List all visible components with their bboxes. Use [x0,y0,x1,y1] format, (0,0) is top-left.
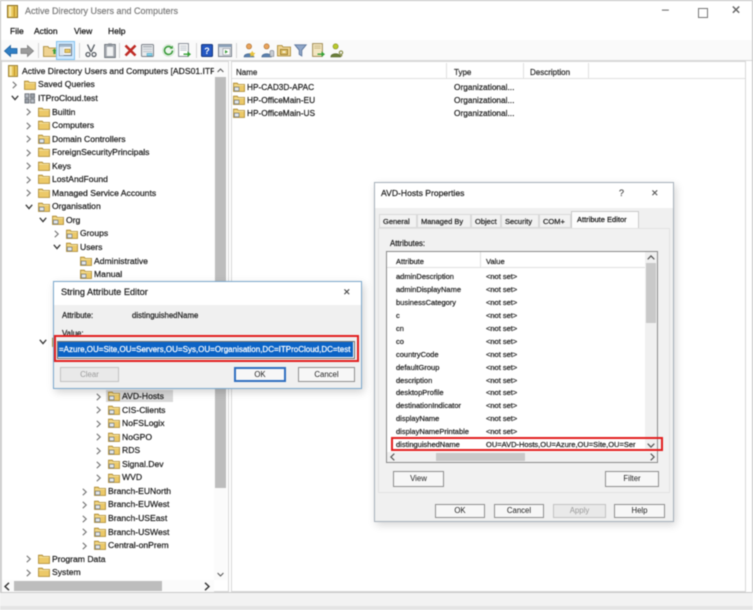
svg-text:?: ? [204,46,210,56]
